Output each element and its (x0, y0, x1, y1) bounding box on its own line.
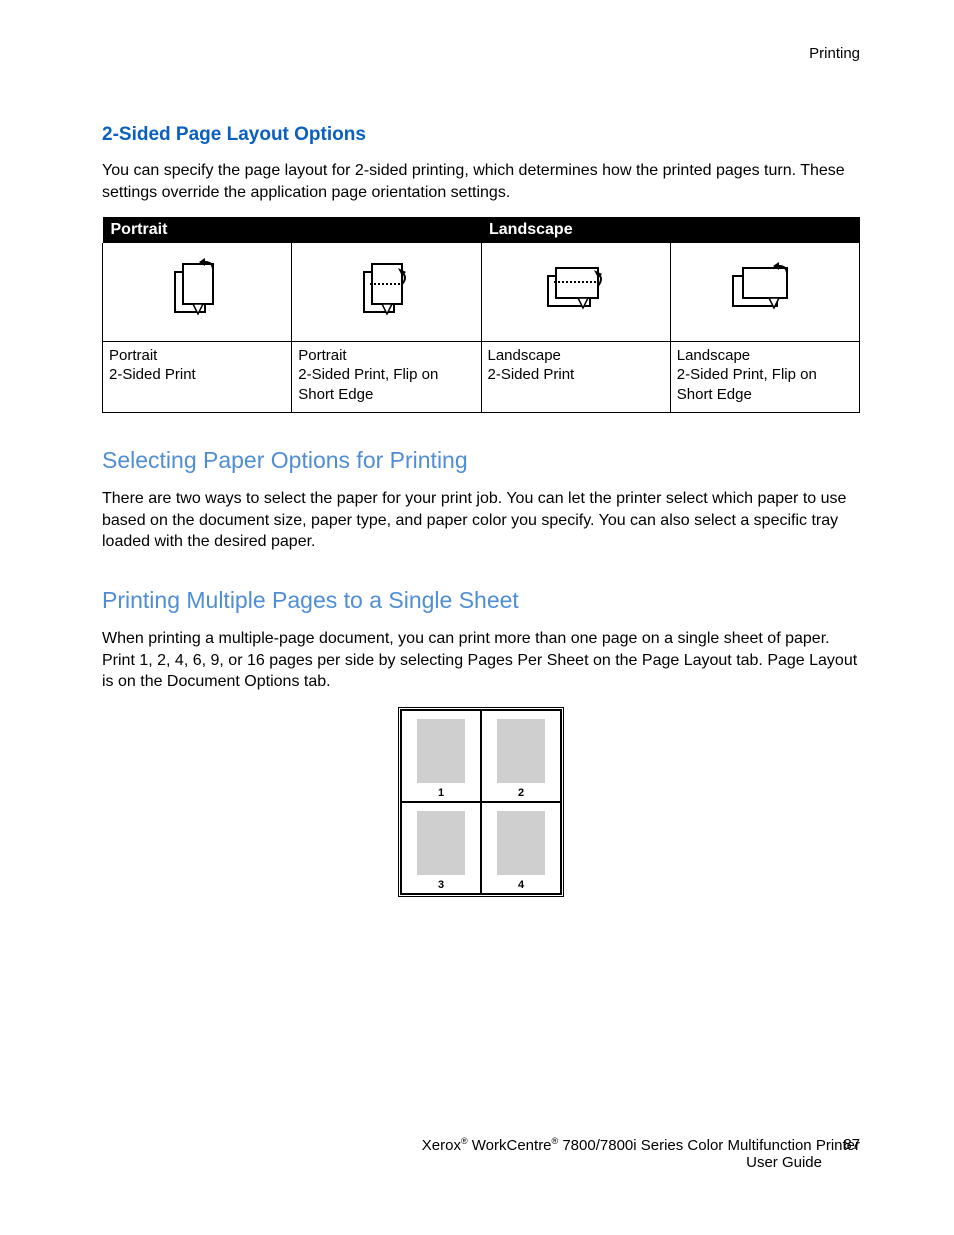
heading-2sided-options: 2-Sided Page Layout Options (102, 124, 860, 146)
layout-options-table: Portrait Landscape (102, 217, 860, 413)
icon-portrait-2sided (103, 243, 292, 341)
page-number: 87 (843, 1136, 860, 1153)
page-flip-short-landscape-icon (729, 264, 801, 319)
cell-label: 2-Sided Print, Flip on Short Edge (298, 365, 474, 404)
nup-thumbnail-icon (497, 811, 545, 875)
page-flip-long-landscape-icon (544, 262, 608, 321)
nup-number: 2 (518, 787, 524, 799)
cell-label: 2-Sided Print (109, 365, 285, 385)
nup-cell-3: 3 (401, 802, 481, 894)
icon-portrait-flip-short (292, 243, 481, 341)
nup-thumbnail-icon (417, 811, 465, 875)
nup-number: 4 (518, 879, 524, 891)
footer-subtitle: User Guide (102, 1154, 860, 1171)
registered-icon: ® (552, 1136, 559, 1146)
cell-portrait-2sided: Portrait 2-Sided Print (103, 341, 292, 413)
icon-landscape-2sided (481, 243, 670, 341)
nup-cell-1: 1 (401, 710, 481, 802)
cell-label: Portrait (109, 346, 285, 366)
footer-brand2: WorkCentre (472, 1137, 552, 1154)
footer-brand1: Xerox (422, 1137, 461, 1154)
nup-thumbnail-icon (497, 719, 545, 783)
cell-label: Landscape (677, 346, 853, 366)
cell-label: 2-Sided Print (488, 365, 664, 385)
nup-thumbnail-icon (417, 719, 465, 783)
cell-label: Landscape (488, 346, 664, 366)
footer-product: 7800/7800i Series Color Multifunction Pr… (562, 1137, 860, 1154)
n-up-diagram: 1 2 3 4 (398, 707, 564, 897)
nup-cell-4: 4 (481, 802, 561, 894)
registered-icon: ® (461, 1136, 468, 1146)
th-landscape: Landscape (481, 217, 860, 243)
nup-number: 3 (438, 879, 444, 891)
para-2sided-intro: You can specify the page layout for 2-si… (102, 160, 860, 203)
page-flip-short-portrait-icon (358, 258, 414, 325)
running-header: Printing (102, 45, 860, 62)
cell-label: 2-Sided Print, Flip on Short Edge (677, 365, 853, 404)
para-selecting-paper: There are two ways to select the paper f… (102, 488, 860, 553)
cell-portrait-flip-short: Portrait 2-Sided Print, Flip on Short Ed… (292, 341, 481, 413)
heading-selecting-paper: Selecting Paper Options for Printing (102, 447, 860, 474)
page-footer: Xerox® WorkCentre® 7800/7800i Series Col… (102, 1136, 860, 1171)
th-portrait: Portrait (103, 217, 482, 243)
icon-landscape-flip-short (670, 243, 859, 341)
cell-label: Portrait (298, 346, 474, 366)
page-flip-long-portrait-icon (169, 258, 225, 325)
heading-multiple-pages: Printing Multiple Pages to a Single Shee… (102, 587, 860, 614)
cell-landscape-flip-short: Landscape 2-Sided Print, Flip on Short E… (670, 341, 859, 413)
nup-cell-2: 2 (481, 710, 561, 802)
para-multiple-pages: When printing a multiple-page document, … (102, 628, 860, 693)
nup-number: 1 (438, 787, 444, 799)
cell-landscape-2sided: Landscape 2-Sided Print (481, 341, 670, 413)
